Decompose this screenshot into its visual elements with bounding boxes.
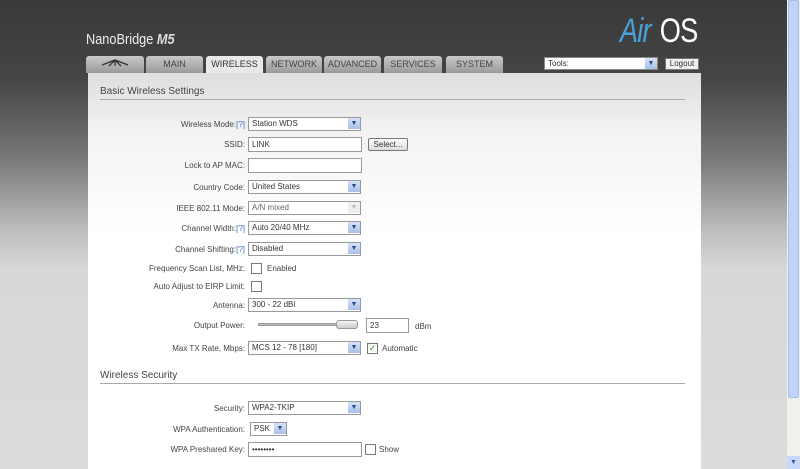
tab-network[interactable]: NETWORK	[266, 56, 322, 73]
ieee-mode-select: A/N mixed ▼	[248, 201, 361, 215]
output-power-unit: dBm	[415, 322, 432, 331]
country-select[interactable]: United States ▼	[248, 180, 361, 194]
channel-shifting-select[interactable]: Disabled ▼	[248, 242, 361, 256]
row-max-tx: Max TX Rate, Mbps: MCS 12 - 78 [180] ▼ ✓ …	[88, 341, 701, 357]
row-channel-shifting: Channel Shifting:[?] Disabled ▼	[88, 242, 701, 258]
tab-ubnt-logo[interactable]	[86, 56, 144, 73]
chevron-down-icon: ▼	[645, 58, 657, 69]
ieee-mode-label: IEEE 802.11 Mode:	[176, 204, 245, 213]
chevron-down-icon: ▼	[348, 222, 360, 233]
row-ssid: SSID: LINK Select...	[88, 137, 701, 153]
max-tx-select[interactable]: MCS 12 - 78 [180] ▼	[248, 341, 361, 355]
product-label: NanoBridge	[86, 31, 154, 48]
ssid-label: SSID:	[224, 140, 245, 149]
row-eirp: Auto Adjust to EIRP Limit:	[88, 279, 701, 295]
show-key-checkbox[interactable]	[365, 444, 376, 455]
channel-shifting-help-link[interactable]: [?]	[236, 245, 245, 254]
logo-os: OS	[659, 12, 698, 50]
security-value: WPA2-TKIP	[252, 403, 295, 412]
row-security: Security: WPA2-TKIP ▼	[88, 401, 701, 417]
chevron-down-icon: ▼	[348, 243, 360, 254]
eirp-label: Auto Adjust to EIRP Limit:	[153, 282, 245, 291]
tools-select[interactable]: Tools: ▼	[544, 57, 658, 70]
freq-scan-checkbox[interactable]	[251, 263, 262, 274]
eirp-checkbox[interactable]	[251, 281, 262, 292]
checkmark-icon: ✓	[368, 343, 377, 353]
row-lock-mac: Lock to AP MAC:	[88, 158, 701, 174]
tab-wireless[interactable]: WIRELESS	[206, 56, 263, 73]
psk-label: WPA Preshared Key:	[170, 445, 245, 454]
channel-width-value: Auto 20/40 MHz	[252, 223, 310, 232]
section-title-security: Wireless Security	[100, 370, 685, 384]
lock-mac-label: Lock to AP MAC:	[184, 161, 245, 170]
freq-scan-label: Frequency Scan List, MHz:	[148, 264, 245, 273]
logo-air: Air	[619, 12, 652, 50]
row-wpa-auth: WPA Authentication: PSK ▼	[88, 422, 701, 438]
chevron-down-icon: ▼	[348, 342, 360, 353]
wireless-mode-label: Wireless Mode:	[180, 120, 237, 129]
tools-value: Tools:	[548, 59, 569, 68]
ubiquiti-logo-icon	[101, 59, 129, 67]
scrollbar-thumb[interactable]	[788, 0, 799, 398]
output-power-input[interactable]: 23	[366, 318, 409, 333]
tab-services[interactable]: SERVICES	[384, 56, 442, 73]
ssid-input[interactable]: LINK	[248, 137, 362, 152]
product-name: NanoBridge M5	[86, 31, 175, 48]
wpa-auth-label: WPA Authentication:	[173, 425, 245, 434]
tab-main[interactable]: MAIN	[146, 56, 203, 73]
automatic-checkbox[interactable]: ✓	[367, 343, 378, 354]
row-antenna: Antenna: 300 - 22 dBi ▼	[88, 298, 701, 314]
chevron-down-icon: ▼	[348, 202, 360, 213]
wpa-auth-value: PSK	[254, 424, 271, 433]
wpa-auth-select[interactable]: PSK ▼	[250, 422, 287, 436]
chevron-down-icon: ▼	[274, 423, 286, 434]
max-tx-value: MCS 12 - 78 [180]	[252, 343, 317, 352]
country-value: United States	[252, 182, 301, 191]
scroll-down-arrow-icon[interactable]: ▼	[787, 456, 800, 469]
freq-scan-enabled-label: Enabled	[267, 264, 297, 273]
channel-shifting-value: Disabled	[252, 244, 284, 253]
lock-mac-input[interactable]	[248, 158, 362, 173]
row-channel-width: Channel Width:[?] Auto 20/40 MHz ▼	[88, 221, 701, 237]
row-country: Country Code: United States ▼	[88, 180, 701, 196]
model-label: M5	[156, 31, 175, 48]
section-title-basic: Basic Wireless Settings	[100, 86, 685, 100]
antenna-label: Antenna:	[212, 301, 245, 310]
ssid-select-button[interactable]: Select...	[368, 138, 408, 151]
wireless-mode-value: Station WDS	[252, 119, 298, 128]
output-power-label: Output Power:	[193, 321, 245, 330]
ieee-mode-value: A/N mixed	[252, 203, 289, 212]
show-key-label: Show	[379, 445, 400, 454]
channel-width-select[interactable]: Auto 20/40 MHz ▼	[248, 221, 361, 235]
wireless-mode-select[interactable]: Station WDS ▼	[248, 117, 361, 131]
row-freq-scan: Frequency Scan List, MHz: Enabled	[88, 261, 701, 277]
chevron-down-icon: ▼	[348, 181, 360, 192]
logout-button[interactable]: Logout	[665, 58, 699, 70]
chevron-down-icon: ▼	[348, 118, 360, 129]
vertical-scrollbar[interactable]: ▼	[787, 0, 800, 469]
security-select[interactable]: WPA2-TKIP ▼	[248, 401, 361, 415]
country-label: Country Code:	[193, 183, 245, 192]
chevron-down-icon: ▼	[348, 402, 360, 413]
psk-input[interactable]: ••••••••	[248, 442, 362, 457]
row-ieee-mode: IEEE 802.11 Mode: A/N mixed ▼	[88, 201, 701, 217]
security-label: Security:	[213, 404, 245, 413]
antenna-value: 300 - 22 dBi	[252, 300, 296, 309]
row-wireless-mode: Wireless Mode:[?] Station WDS ▼	[88, 117, 701, 133]
content-panel: Basic Wireless Settings Wireless Mode:[?…	[88, 73, 701, 469]
output-power-slider-thumb[interactable]	[336, 320, 358, 329]
channel-width-label: Channel Width:	[181, 224, 237, 233]
max-tx-label: Max TX Rate, Mbps:	[172, 344, 245, 353]
wireless-mode-help-link[interactable]: [?]	[236, 120, 245, 129]
antenna-select[interactable]: 300 - 22 dBi ▼	[248, 298, 361, 312]
channel-shifting-label: Channel Shifting:	[175, 245, 237, 254]
row-output-power: Output Power: 23 dBm	[88, 318, 701, 334]
channel-width-help-link[interactable]: [?]	[236, 224, 245, 233]
tab-system[interactable]: SYSTEM	[446, 56, 503, 73]
tab-advanced[interactable]: ADVANCED	[324, 56, 381, 73]
chevron-down-icon: ▼	[348, 299, 360, 310]
airos-logo: Air OS	[616, 12, 702, 51]
automatic-label: Automatic	[382, 344, 418, 353]
row-psk: WPA Preshared Key: •••••••• Show	[88, 442, 701, 458]
